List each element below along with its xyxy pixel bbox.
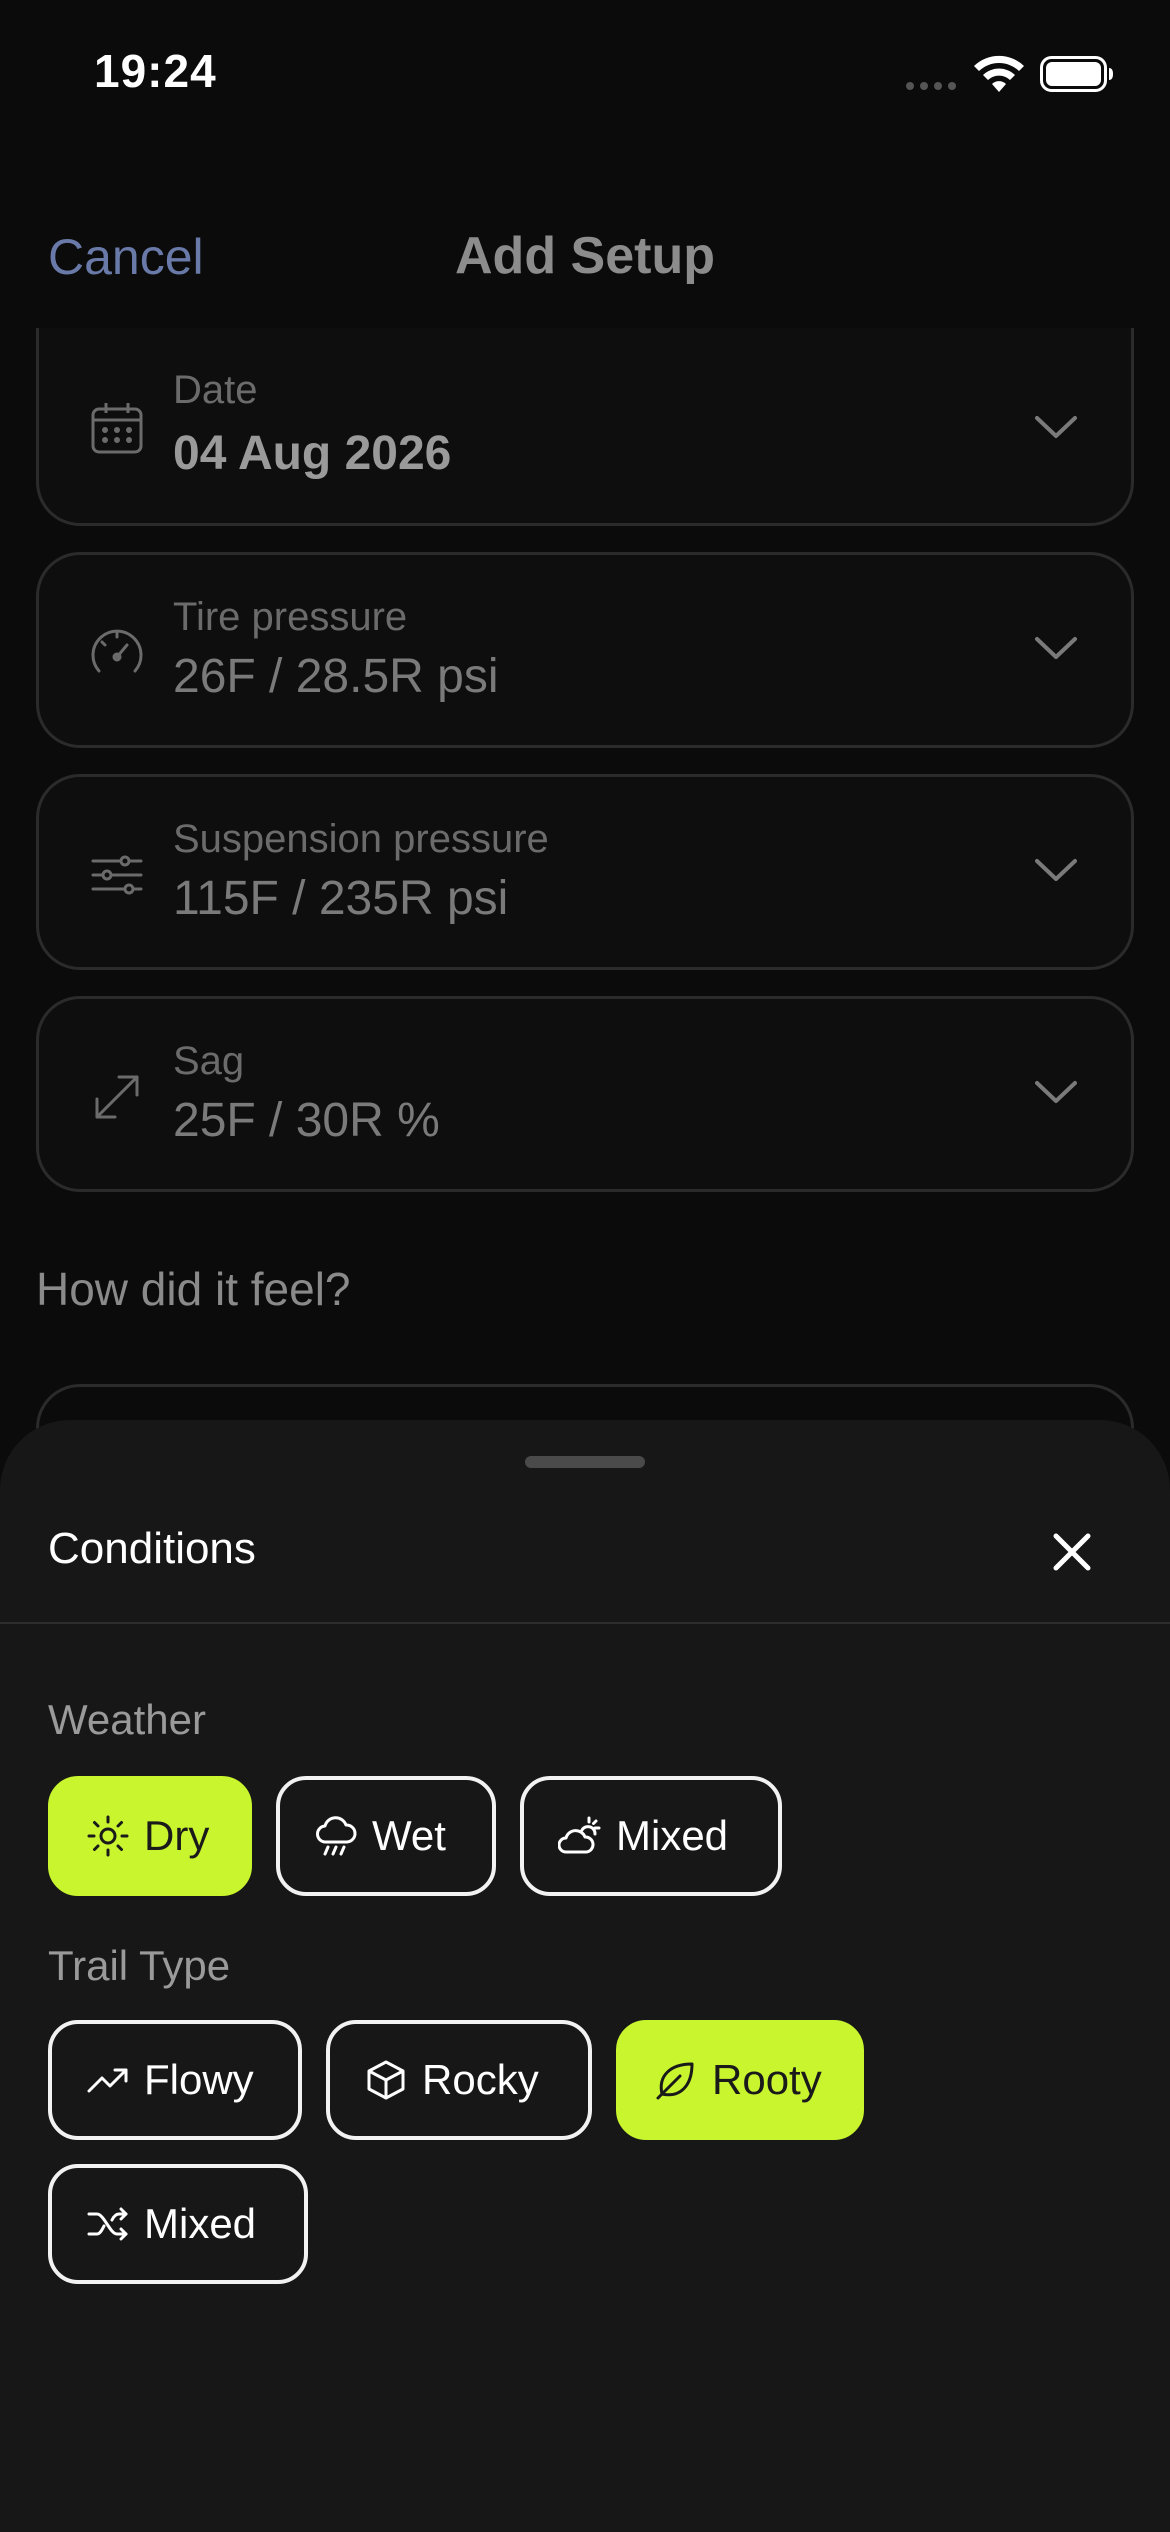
sheet-divider (0, 1622, 1170, 1624)
weather-chip-wet[interactable]: Wet (276, 1776, 496, 1896)
date-label: Date (173, 368, 258, 412)
chevron-down-icon (1035, 416, 1077, 438)
partly-cloudy-icon (558, 1816, 601, 1854)
status-time: 19:24 (94, 45, 217, 97)
chevron-down-icon (1035, 637, 1077, 659)
trail-chip-rooty[interactable]: Rooty (616, 2020, 864, 2140)
chip-label: Rooty (712, 2056, 822, 2103)
gauge-icon (91, 629, 143, 673)
suspension-pressure-field[interactable]: Suspension pressure 115F / 235R psi (36, 774, 1134, 970)
weather-chip-mixed[interactable]: Mixed (520, 1776, 782, 1896)
date-value: 04 Aug 2026 (173, 427, 452, 480)
trail-chip-flowy[interactable]: Flowy (48, 2020, 302, 2140)
chip-label: Rocky (422, 2056, 539, 2103)
suspension-pressure-value: 115F / 235R psi (173, 872, 509, 925)
close-icon[interactable] (1050, 1530, 1094, 1574)
wifi-icon (974, 55, 1024, 92)
trail-chip-mixed[interactable]: Mixed (48, 2164, 308, 2284)
trail-type-label: Trail Type (48, 1942, 231, 1989)
sag-field[interactable]: Sag 25F / 30R % (36, 996, 1134, 1192)
chevron-down-icon (1035, 859, 1077, 881)
trail-chip-rocky[interactable]: Rocky (326, 2020, 592, 2140)
sheet-title: Conditions (48, 1524, 256, 1573)
chip-label: Flowy (144, 2056, 254, 2103)
sun-icon (87, 1815, 129, 1857)
weather-label: Weather (48, 1696, 206, 1743)
trend-up-icon (87, 2068, 128, 2093)
shuffle-icon (87, 2207, 128, 2241)
suspension-pressure-label: Suspension pressure (173, 817, 549, 861)
battery-icon (1040, 56, 1113, 92)
sliders-icon (91, 855, 143, 895)
rain-cloud-icon (316, 1816, 357, 1856)
feel-heading: How did it feel? (36, 1263, 351, 1315)
sheet-grabber[interactable] (525, 1456, 645, 1468)
tire-pressure-label: Tire pressure (173, 595, 408, 639)
chip-label: Wet (372, 1812, 446, 1859)
calendar-icon (91, 403, 143, 454)
sag-value: 25F / 30R % (173, 1094, 440, 1147)
weather-chip-dry[interactable]: Dry (48, 1776, 252, 1896)
sag-label: Sag (173, 1039, 245, 1083)
chip-label: Mixed (616, 1812, 729, 1859)
leaf-icon (656, 2062, 694, 2100)
box-icon (367, 2060, 405, 2100)
cellular-signal-icon (906, 82, 956, 90)
date-field[interactable]: Date 04 Aug 2026 (36, 328, 1134, 526)
expand-arrows-icon (95, 1075, 139, 1119)
tire-pressure-field[interactable]: Tire pressure 26F / 28.5R psi (36, 552, 1134, 748)
tire-pressure-value: 26F / 28.5R psi (173, 650, 499, 703)
status-bar: 19:24 (0, 0, 1170, 150)
page-title: Add Setup (455, 227, 715, 285)
chevron-down-icon (1035, 1081, 1077, 1103)
conditions-sheet: Conditions Weather Dry Wet Mixed Trail T… (0, 1420, 1170, 2532)
chip-label: Dry (144, 1812, 210, 1859)
chip-label: Mixed (144, 2200, 257, 2247)
